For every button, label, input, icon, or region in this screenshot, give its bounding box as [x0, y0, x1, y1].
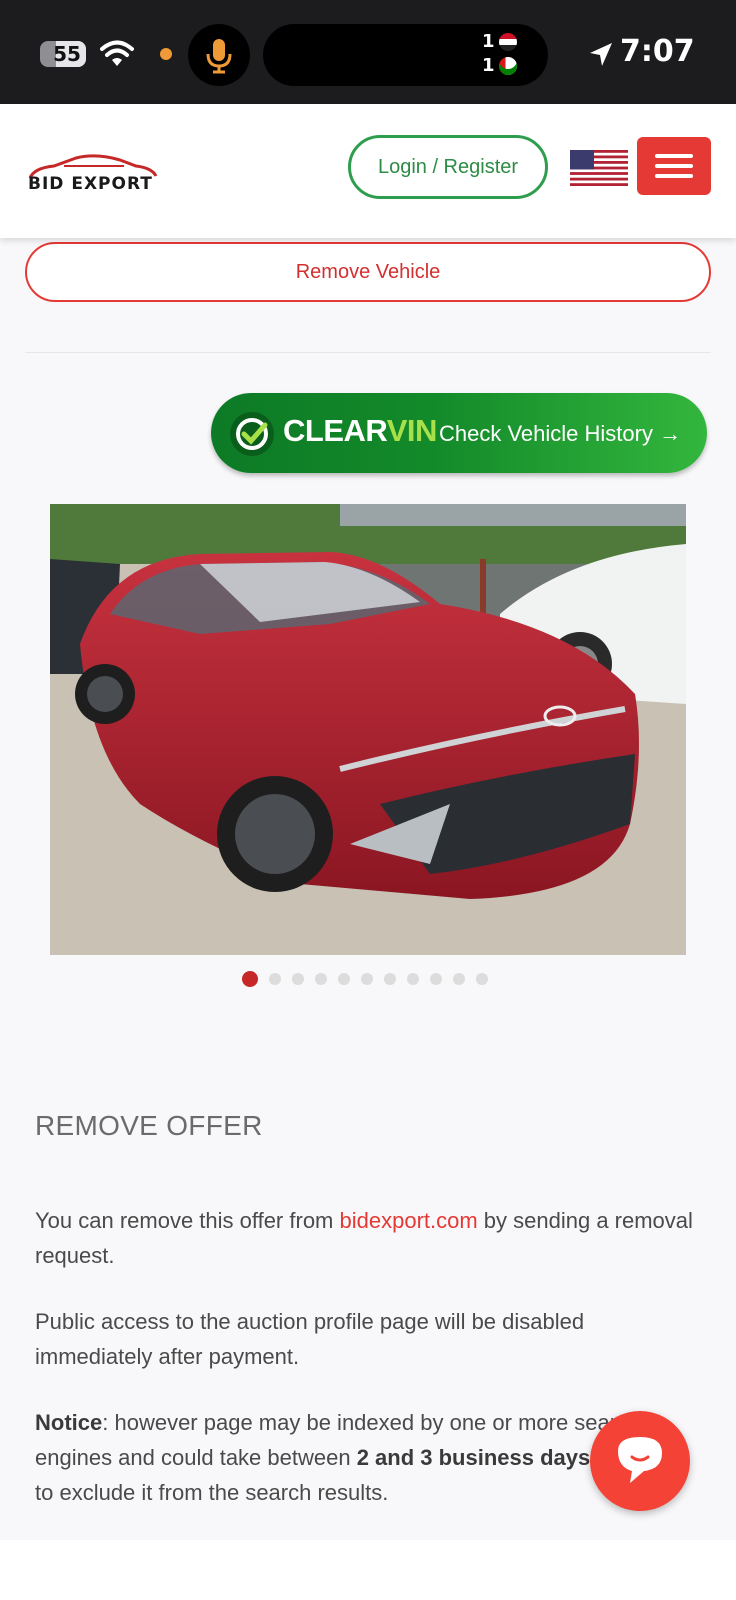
remove-vehicle-button[interactable]: Remove Vehicle [25, 242, 711, 302]
count-1: 1 [482, 31, 495, 52]
dynamic-island[interactable]: 1 1 [263, 24, 548, 86]
car-image [50, 504, 686, 955]
carousel-dots [242, 971, 488, 987]
carousel-dot[interactable] [315, 973, 327, 985]
site-header: BID EXPORT Login / Register [0, 104, 736, 238]
status-bar: 55 1 1 7:07 [0, 0, 736, 104]
bidexport-link[interactable]: bidexport.com [340, 1208, 478, 1233]
us-flag-icon[interactable] [570, 150, 628, 186]
remove-offer-paragraph-1: You can remove this offer from bidexport… [35, 1203, 695, 1273]
p1-text: You can remove this offer from [35, 1208, 340, 1233]
bidexport-logo[interactable]: BID EXPORT [24, 154, 162, 198]
clearvin-history-button[interactable]: CLEARVIN Check Vehicle History → [211, 393, 707, 473]
microphone-icon [206, 39, 232, 74]
team-flag-icon [498, 33, 517, 51]
carousel-dot[interactable] [361, 973, 373, 985]
brand-clear: CLEAR [283, 413, 387, 448]
carousel-dot[interactable] [338, 973, 350, 985]
notice-label: Notice [35, 1410, 103, 1435]
clearvin-brand: CLEARVIN [283, 413, 437, 449]
chat-bubble-icon [618, 1437, 662, 1483]
carousel-dot[interactable] [242, 971, 258, 987]
recording-indicator-dot [160, 48, 172, 60]
team-flag-icon [498, 57, 517, 75]
battery-icon: 55 [40, 41, 90, 67]
notice-duration: 2 and 3 business days [356, 1445, 591, 1470]
check-circle-icon [230, 412, 274, 456]
carousel-dot[interactable] [430, 973, 442, 985]
carousel-dot[interactable] [476, 973, 488, 985]
remove-offer-paragraph-2: Public access to the auction profile pag… [35, 1309, 585, 1369]
section-divider [25, 352, 711, 353]
login-register-button[interactable]: Login / Register [348, 135, 548, 199]
carousel-dot[interactable] [269, 973, 281, 985]
chat-button[interactable] [590, 1411, 690, 1511]
battery-level: 55 [53, 42, 81, 66]
logo-text-export: EXPORT [71, 174, 153, 194]
carousel-dot[interactable] [407, 973, 419, 985]
brand-vin: VIN [386, 413, 438, 448]
hamburger-menu-button[interactable] [637, 137, 711, 195]
clock: 7:07 [620, 34, 695, 69]
wifi-icon [100, 40, 134, 66]
remove-offer-heading: REMOVE OFFER [35, 1110, 263, 1141]
live-activity-counts: 1 1 [482, 30, 522, 78]
count-2: 1 [482, 55, 495, 76]
location-arrow-icon [590, 43, 612, 66]
vehicle-photo[interactable] [50, 504, 686, 955]
logo-text-bid: BID [28, 174, 65, 194]
carousel-dot[interactable] [384, 973, 396, 985]
carousel-dot[interactable] [292, 973, 304, 985]
carousel-dot[interactable] [453, 973, 465, 985]
mic-indicator[interactable] [188, 24, 250, 86]
clearvin-tagline: Check Vehicle History → [439, 421, 682, 446]
page-bottom [0, 1540, 736, 1600]
